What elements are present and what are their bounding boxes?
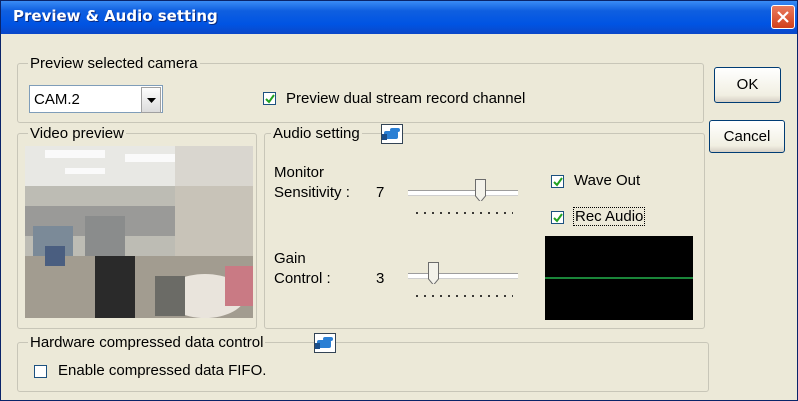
audio-help-icon[interactable] (381, 124, 403, 144)
monitor-sensitivity-label-line2: Sensitivity : (274, 184, 350, 201)
monitor-sensitivity-value: 7 (376, 184, 385, 201)
gain-control-label-line1: Gain (274, 250, 306, 267)
camera-preview-image (25, 146, 253, 318)
window-title: Preview & Audio setting (13, 7, 218, 25)
monitor-sensitivity-slider[interactable] (475, 179, 486, 201)
hardware-compression-legend: Hardware compressed data control (28, 334, 266, 351)
dialog-window: Preview & Audio setting Preview selected… (0, 0, 798, 401)
monitor-sensitivity-track (408, 190, 518, 195)
cancel-button-label: Cancel (723, 128, 771, 145)
gain-control-ticks (413, 295, 513, 297)
camera-select-value: CAM.2 (34, 91, 80, 108)
checkmark-icon (553, 177, 563, 187)
gain-control-value: 3 (376, 270, 385, 287)
gain-control-track (408, 273, 518, 278)
gain-control-label-line2: Control : (274, 270, 331, 287)
camera-select-dropdown[interactable] (141, 87, 161, 113)
preview-camera-legend: Preview selected camera (28, 55, 200, 72)
monitor-sensitivity-ticks (413, 212, 513, 214)
audio-setting-legend: Audio setting (271, 125, 362, 142)
chevron-down-icon (147, 98, 156, 103)
close-icon (777, 11, 789, 23)
monitor-sensitivity-label-line1: Monitor (274, 164, 325, 181)
audio-level-scope (545, 236, 693, 320)
checkmark-icon (553, 213, 563, 223)
fifo-label: Enable compressed data FIFO. (58, 362, 267, 379)
dual-stream-checkbox[interactable] (263, 92, 276, 105)
hardware-help-icon[interactable] (314, 333, 336, 353)
wave-out-checkbox[interactable] (551, 175, 564, 188)
video-preview-legend: Video preview (28, 125, 126, 142)
pointing-hand-icon (382, 128, 400, 140)
pointing-hand-icon (315, 337, 333, 349)
audio-setting-legend-label: Audio setting (273, 125, 360, 142)
rec-audio-checkbox[interactable] (551, 211, 564, 224)
wave-out-label: Wave Out (574, 172, 641, 189)
gain-control-slider[interactable] (428, 262, 439, 284)
ok-button-label: OK (736, 76, 759, 93)
fifo-checkbox[interactable] (34, 365, 47, 378)
cancel-button[interactable]: Cancel (709, 120, 785, 153)
camera-select[interactable]: CAM.2 (29, 85, 163, 113)
title-bar[interactable]: Preview & Audio setting (1, 1, 797, 34)
dual-stream-label: Preview dual stream record channel (286, 90, 526, 107)
ok-button[interactable]: OK (714, 67, 781, 103)
checkmark-icon (265, 94, 275, 104)
close-button[interactable] (771, 5, 795, 29)
rec-audio-label: Rec Audio (573, 207, 646, 226)
